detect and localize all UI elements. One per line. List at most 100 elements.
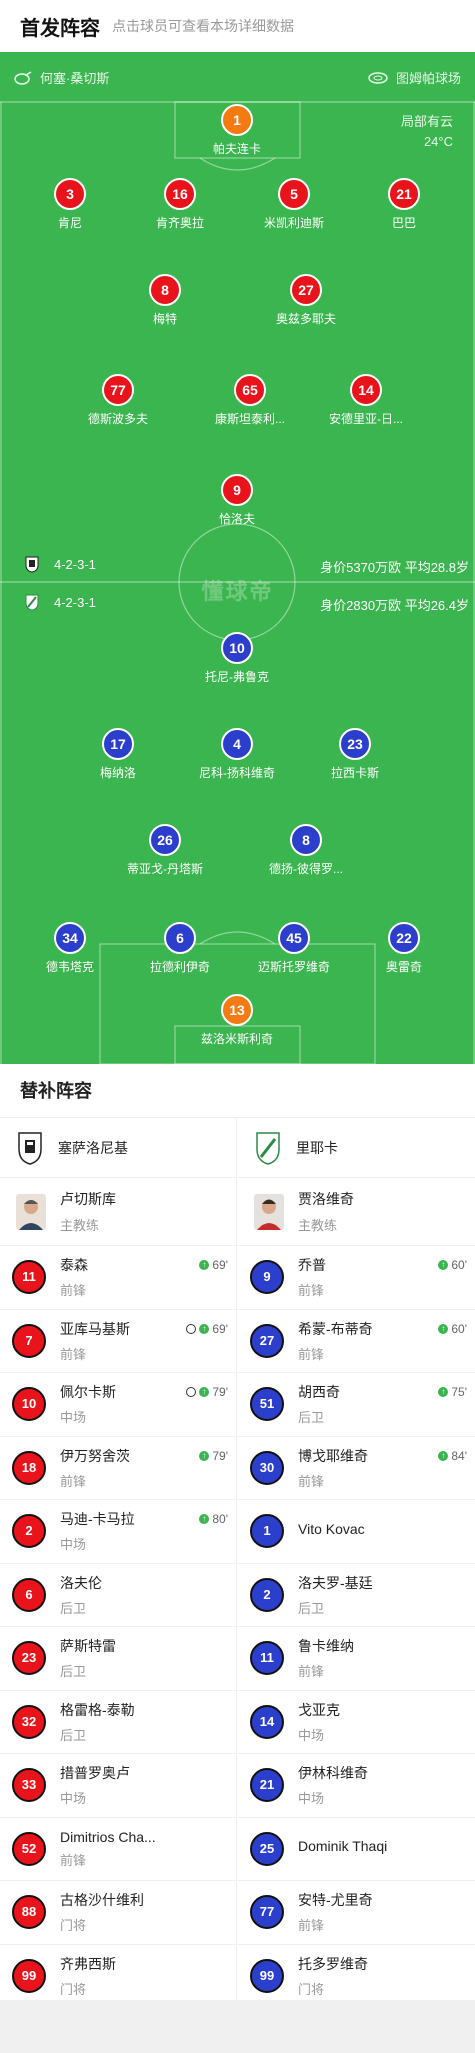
sub-player-row[interactable]: 11 鲁卡维纳 前锋 xyxy=(238,1627,475,1691)
away-player[interactable]: 4 尼科-扬科维奇 xyxy=(172,728,302,781)
sub-player-number: 99 xyxy=(12,1958,46,1993)
sub-in-minute: 75' xyxy=(451,1385,467,1399)
away-player[interactable]: 8 德扬-彼得罗... xyxy=(241,824,371,877)
sub-player-info: 伊万努舍茨 前锋 xyxy=(60,1446,130,1490)
home-player[interactable]: 9 恰洛夫 xyxy=(172,474,302,527)
home-player[interactable]: 21 巴巴 xyxy=(339,178,469,231)
sub-player-row[interactable]: 33 措普罗奥卢 中场 xyxy=(0,1754,236,1818)
pitch: 何塞·桑切斯 图姆帕球场 局部有云 24°C 懂球帝 4-2-3-1 身价537… xyxy=(0,52,475,1064)
sub-player-row[interactable]: 21 伊林科维奇 中场 xyxy=(238,1754,475,1818)
away-player[interactable]: 10 托尼-弗鲁克 xyxy=(172,632,302,685)
sub-player-number: 27 xyxy=(250,1323,284,1358)
sub-player-row[interactable]: 51 胡西奇 后卫 ↑ 75' xyxy=(238,1373,475,1437)
sub-player-info: 希蒙-布蒂奇 前锋 xyxy=(298,1319,373,1363)
away-player[interactable]: 13 兹洛米斯利奇 xyxy=(172,994,302,1047)
sub-player-info: 胡西奇 后卫 xyxy=(298,1382,340,1426)
home-coach-role: 主教练 xyxy=(60,1218,100,1233)
away-player[interactable]: 23 拉西卡斯 xyxy=(290,728,420,781)
sub-player-position: 前锋 xyxy=(298,1346,325,1362)
sub-player-row[interactable]: 6 洛夫伦 后卫 xyxy=(0,1564,236,1627)
home-coach[interactable]: 卢切斯库 主教练 xyxy=(0,1178,236,1246)
sub-player-position: 前锋 xyxy=(60,1473,87,1489)
sub-player-name: 鲁卡维纳 xyxy=(298,1638,354,1655)
sub-player-info: Dimitrios Cha... 前锋 xyxy=(60,1829,156,1869)
player-number: 45 xyxy=(278,922,310,954)
lineup-header: 首发阵容 点击球员可查看本场详细数据 xyxy=(0,0,475,52)
player-number: 8 xyxy=(149,274,181,306)
coach-avatar xyxy=(16,1193,46,1230)
sub-player-name: 亚库马基斯 xyxy=(60,1320,130,1337)
sub-in-minute: 60' xyxy=(451,1258,467,1272)
home-player[interactable]: 77 德斯波多夫 xyxy=(53,374,183,427)
player-name: 康斯坦泰利... xyxy=(214,412,285,426)
sub-player-row[interactable]: 14 戈亚克 中场 xyxy=(238,1691,475,1754)
home-team-header[interactable]: 塞萨洛尼基 xyxy=(0,1118,236,1178)
sub-player-info: 戈亚克 中场 xyxy=(298,1700,340,1744)
home-player[interactable]: 14 安德里亚-日... xyxy=(301,374,431,427)
away-team-name: 里耶卡 xyxy=(296,1139,338,1156)
sub-player-name: 洛夫罗-基廷 xyxy=(298,1574,373,1591)
sub-player-name: 佩尔卡斯 xyxy=(60,1384,116,1401)
player-number: 22 xyxy=(388,922,420,954)
sub-in-icon: ↑ xyxy=(438,1450,449,1461)
sub-player-row[interactable]: 18 伊万努舍茨 前锋 ↑ 79' xyxy=(0,1437,236,1500)
sub-player-row[interactable]: 23 萨斯特雷 后卫 xyxy=(0,1627,236,1691)
sub-player-row[interactable]: 2 马迪-卡马拉 中场 ↑ 80' xyxy=(0,1500,236,1564)
sub-player-row[interactable]: 9 乔普 前锋 ↑ 60' xyxy=(238,1246,475,1310)
player-number: 1 xyxy=(221,104,253,136)
sub-player-name: 伊万努舍茨 xyxy=(60,1447,130,1464)
sub-player-row[interactable]: 1 Vito Kovac xyxy=(238,1500,475,1564)
sub-player-info: 萨斯特雷 后卫 xyxy=(60,1636,116,1680)
home-player[interactable]: 16 肯齐奥拉 xyxy=(115,178,245,231)
sub-player-row[interactable]: 99 齐弗西斯 门将 xyxy=(0,1945,236,2008)
sub-player-name: 戈亚克 xyxy=(298,1701,340,1718)
sub-player-number: 10 xyxy=(12,1387,46,1422)
player-name: 尼科-扬科维奇 xyxy=(199,766,275,780)
away-subs-list: 9 乔普 前锋 ↑ 60' 27 希蒙-布蒂奇 前锋 ↑ 60' 51 胡西奇 后卫 ↑ 75' 30 博戈耶维… xyxy=(238,1246,475,2008)
sub-in-minute: 80' xyxy=(212,1512,228,1526)
sub-in-info: ↑ 80' xyxy=(199,1512,228,1526)
sub-player-row[interactable]: 2 洛夫罗-基廷 后卫 xyxy=(238,1564,475,1627)
player-name: 恰洛夫 xyxy=(218,512,255,526)
sub-player-row[interactable]: 25 Dominik Thaqi xyxy=(238,1818,475,1881)
referee: 何塞·桑切斯 xyxy=(14,68,109,87)
sub-player-row[interactable]: 30 博戈耶维奇 前锋 ↑ 84' xyxy=(238,1437,475,1500)
away-player[interactable]: 22 奥雷奇 xyxy=(339,922,469,975)
home-player[interactable]: 1 帕夫连卡 xyxy=(172,104,302,157)
sub-player-row[interactable]: 10 佩尔卡斯中场 ↑ 79' xyxy=(0,1373,236,1437)
player-name: 拉西卡斯 xyxy=(330,766,379,780)
away-coach[interactable]: 贾洛维奇 主教练 xyxy=(238,1178,475,1246)
sub-player-number: 77 xyxy=(250,1895,284,1930)
away-team-header[interactable]: 里耶卡 xyxy=(238,1118,475,1178)
away-player[interactable]: 17 梅纳洛 xyxy=(53,728,183,781)
sub-player-name: 古格沙什维利 xyxy=(60,1892,144,1909)
sub-player-row[interactable]: 32 格雷格-泰勒 后卫 xyxy=(0,1691,236,1754)
home-player[interactable]: 8 梅特 xyxy=(100,274,230,327)
home-avg-age: 平均28.8岁 xyxy=(404,560,469,575)
sub-player-name: Dimitrios Cha... xyxy=(60,1828,156,1845)
rijeka-crest-icon xyxy=(256,1131,280,1165)
sub-player-row[interactable]: 77 安特-尤里奇 前锋 xyxy=(238,1881,475,1945)
home-subs-list: 11 泰森 前锋 ↑ 69' 7 亚库马基斯 前锋 ↑ 69' 10 佩尔卡斯 中场 ↑ 79' 18 伊万努舍… xyxy=(0,1246,236,2008)
sub-player-row[interactable]: 88 古格沙什维利 门将 xyxy=(0,1881,236,1945)
sub-player-row[interactable]: 7 亚库马基斯 前锋 ↑ 69' xyxy=(0,1310,236,1373)
sub-player-number: 23 xyxy=(12,1641,46,1676)
sub-player-row[interactable]: 52 Dimitrios Cha... 前锋 xyxy=(0,1818,236,1881)
sub-player-name: 洛夫伦 xyxy=(60,1574,102,1591)
home-player[interactable]: 27 奥兹多耶夫 xyxy=(241,274,371,327)
sub-player-row[interactable]: 11 泰森 前锋 ↑ 69' xyxy=(0,1246,236,1310)
away-player[interactable]: 6 拉德利伊奇 xyxy=(115,922,245,975)
sub-player-position: 中场 xyxy=(60,1410,87,1426)
sub-player-info: 马迪-卡马拉 中场 xyxy=(60,1509,135,1553)
sub-player-info: 亚库马基斯 前锋 xyxy=(60,1319,130,1363)
away-player[interactable]: 26 蒂亚戈-丹塔斯 xyxy=(100,824,230,877)
sub-in-info: ↑ 79' xyxy=(186,1385,228,1399)
home-player[interactable]: 65 康斯坦泰利... xyxy=(185,374,315,427)
sub-player-row[interactable]: 99 托多罗维奇 门将 xyxy=(238,1945,475,2008)
player-name: 肯齐奥拉 xyxy=(155,216,204,230)
sub-player-position: 前锋 xyxy=(60,1283,87,1299)
stadium-icon xyxy=(368,71,388,84)
sub-player-number: 11 xyxy=(12,1260,46,1295)
sub-player-row[interactable]: 27 希蒙-布蒂奇 前锋 ↑ 60' xyxy=(238,1310,475,1373)
sub-player-info: 托多罗维奇 门将 xyxy=(298,1954,368,1998)
